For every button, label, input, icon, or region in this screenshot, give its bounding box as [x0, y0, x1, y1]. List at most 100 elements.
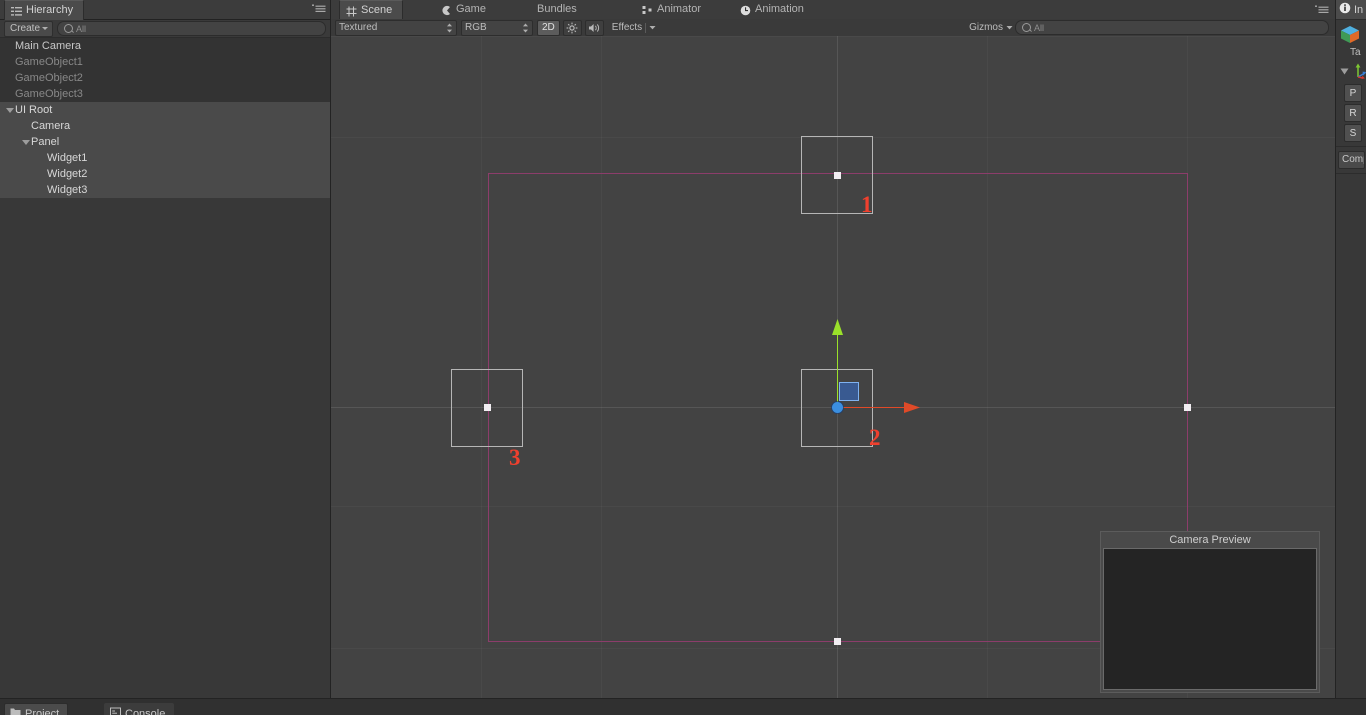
gizmos-search-input[interactable]: All	[1015, 20, 1329, 35]
hierarchy-item-widget2[interactable]: Widget2	[0, 166, 330, 182]
tab-hierarchy[interactable]: Hierarchy	[4, 0, 84, 20]
hierarchy-item-label: GameObject1	[15, 54, 83, 70]
tab-console[interactable]: Console	[104, 703, 174, 715]
gizmos-dropdown[interactable]: Gizmos	[969, 21, 1013, 35]
hierarchy-search-input[interactable]: All	[57, 21, 326, 36]
updown-icon	[446, 23, 453, 33]
expander-spacer	[4, 73, 15, 84]
tab-label: Animation	[755, 0, 804, 19]
tab-label: Scene	[361, 1, 392, 20]
grid-icon	[346, 5, 357, 16]
hierarchy-item-label: Widget2	[47, 166, 87, 182]
speaker-icon[interactable]	[585, 20, 604, 36]
chevron-down-icon	[1006, 21, 1013, 35]
panel-bottom-handle[interactable]	[834, 638, 841, 645]
hierarchy-item-gameobject1[interactable]: GameObject1	[0, 54, 330, 70]
hierarchy-item-ui-root[interactable]: UI Root	[0, 102, 330, 118]
scene-panel: Scene Game Bundles Animator Animation Textur…	[331, 0, 1335, 698]
draw-mode-dropdown[interactable]: Textured	[335, 20, 457, 36]
scene-tabbar: Scene Game Bundles Animator Animation	[331, 0, 1335, 20]
chevron-down-icon	[649, 21, 656, 35]
position-button[interactable]: P	[1344, 84, 1362, 102]
gizmos-label: Gizmos	[969, 21, 1003, 35]
gizmo-center-handle[interactable]	[832, 402, 843, 413]
gizmo-x-arrowhead[interactable]	[903, 401, 920, 417]
tab-inspector[interactable]: In	[1336, 0, 1366, 20]
hierarchy-tree: Main CameraGameObject1GameObject2GameObj…	[0, 38, 330, 198]
create-button[interactable]: Create	[4, 21, 53, 37]
gamepad-icon	[441, 4, 452, 15]
hierarchy-item-label: Camera	[31, 118, 70, 134]
grid-line	[331, 36, 1335, 37]
annotation-label: 2	[869, 426, 881, 449]
chevron-down-icon	[42, 27, 48, 30]
gizmo-xy-plane-handle[interactable]	[839, 382, 859, 401]
hierarchy-toolbar: Create All	[0, 20, 330, 38]
panel-right-handle[interactable]	[1184, 404, 1191, 411]
scene-viewport[interactable]: 1 2 3 Camera Preview	[331, 36, 1335, 698]
draw-mode-label: Textured	[339, 21, 377, 35]
hierarchy-item-main-camera[interactable]: Main Camera	[0, 38, 330, 54]
chevron-down-icon[interactable]	[1340, 67, 1349, 79]
tab-hierarchy-label: Hierarchy	[26, 1, 73, 20]
chevron-down-icon[interactable]	[20, 137, 31, 148]
clock-icon	[740, 4, 751, 15]
widget1-center-handle[interactable]	[834, 172, 841, 179]
hierarchy-item-gameobject3[interactable]: GameObject3	[0, 86, 330, 102]
camera-preview-title: Camera Preview	[1101, 532, 1319, 548]
hierarchy-item-widget3[interactable]: Widget3	[0, 182, 330, 198]
toggle-2d-label: 2D	[542, 22, 555, 33]
tab-scene[interactable]: Scene	[339, 0, 403, 20]
scene-toolbar: Textured RGB 2D	[331, 19, 1335, 37]
gizmos-search-placeholder: All	[1034, 23, 1044, 33]
panel-menu-icon[interactable]	[312, 4, 326, 17]
hierarchy-item-gameobject2[interactable]: GameObject2	[0, 70, 330, 86]
tag-label-text: Ta	[1350, 47, 1361, 58]
sun-icon[interactable]	[563, 20, 582, 36]
gizmo-y-arrowhead[interactable]	[831, 319, 844, 339]
hierarchy-item-camera[interactable]: Camera	[0, 118, 330, 134]
hierarchy-item-label: GameObject3	[15, 86, 83, 102]
tab-animator[interactable]: Animator	[636, 0, 711, 19]
add-component-button[interactable]: Comp	[1338, 151, 1365, 169]
hierarchy-item-widget1[interactable]: Widget1	[0, 150, 330, 166]
cube-icon	[1340, 25, 1360, 47]
panel-menu-icon[interactable]	[1315, 5, 1329, 18]
color-mode-dropdown[interactable]: RGB	[461, 20, 533, 36]
hierarchy-item-label: Panel	[31, 134, 59, 150]
effects-dropdown[interactable]: Effects	[612, 21, 656, 35]
rotation-button[interactable]: R	[1344, 104, 1362, 122]
tab-project[interactable]: Project	[4, 703, 68, 715]
scale-button[interactable]: S	[1344, 124, 1362, 142]
camera-preview-viewport	[1103, 548, 1317, 690]
inspector-panel: In Ta P R S C	[1335, 0, 1366, 698]
expander-spacer	[20, 121, 31, 132]
chevron-down-icon[interactable]	[4, 105, 15, 116]
hierarchy-item-label: Main Camera	[15, 38, 81, 54]
tab-animation[interactable]: Animation	[734, 0, 814, 19]
tab-game[interactable]: Game	[435, 0, 496, 19]
annotation-label: 3	[509, 446, 521, 469]
expander-spacer	[4, 41, 15, 52]
inspector-transform-row	[1336, 58, 1366, 82]
hierarchy-item-label: UI Root	[15, 102, 52, 118]
expander-spacer	[4, 89, 15, 100]
tab-label: Animator	[657, 0, 701, 19]
hierarchy-item-label: GameObject2	[15, 70, 83, 86]
hierarchy-icon	[11, 5, 22, 16]
hierarchy-tabbar: Hierarchy	[0, 0, 330, 20]
tab-bundles[interactable]: Bundles	[531, 0, 587, 19]
expander-spacer	[4, 57, 15, 68]
gizmo-y-axis[interactable]	[837, 327, 838, 407]
widget3-center-handle[interactable]	[484, 404, 491, 411]
search-icon	[64, 24, 73, 33]
camera-preview-panel: Camera Preview	[1100, 531, 1320, 693]
tab-label: Game	[456, 0, 486, 19]
info-icon	[1339, 2, 1351, 17]
search-icon	[1022, 23, 1031, 32]
hierarchy-item-panel[interactable]: Panel	[0, 134, 330, 150]
hierarchy-item-label: Widget1	[47, 150, 87, 166]
inspector-object-row	[1336, 20, 1366, 47]
toggle-2d-button[interactable]: 2D	[537, 20, 560, 36]
effects-label: Effects	[612, 21, 642, 35]
